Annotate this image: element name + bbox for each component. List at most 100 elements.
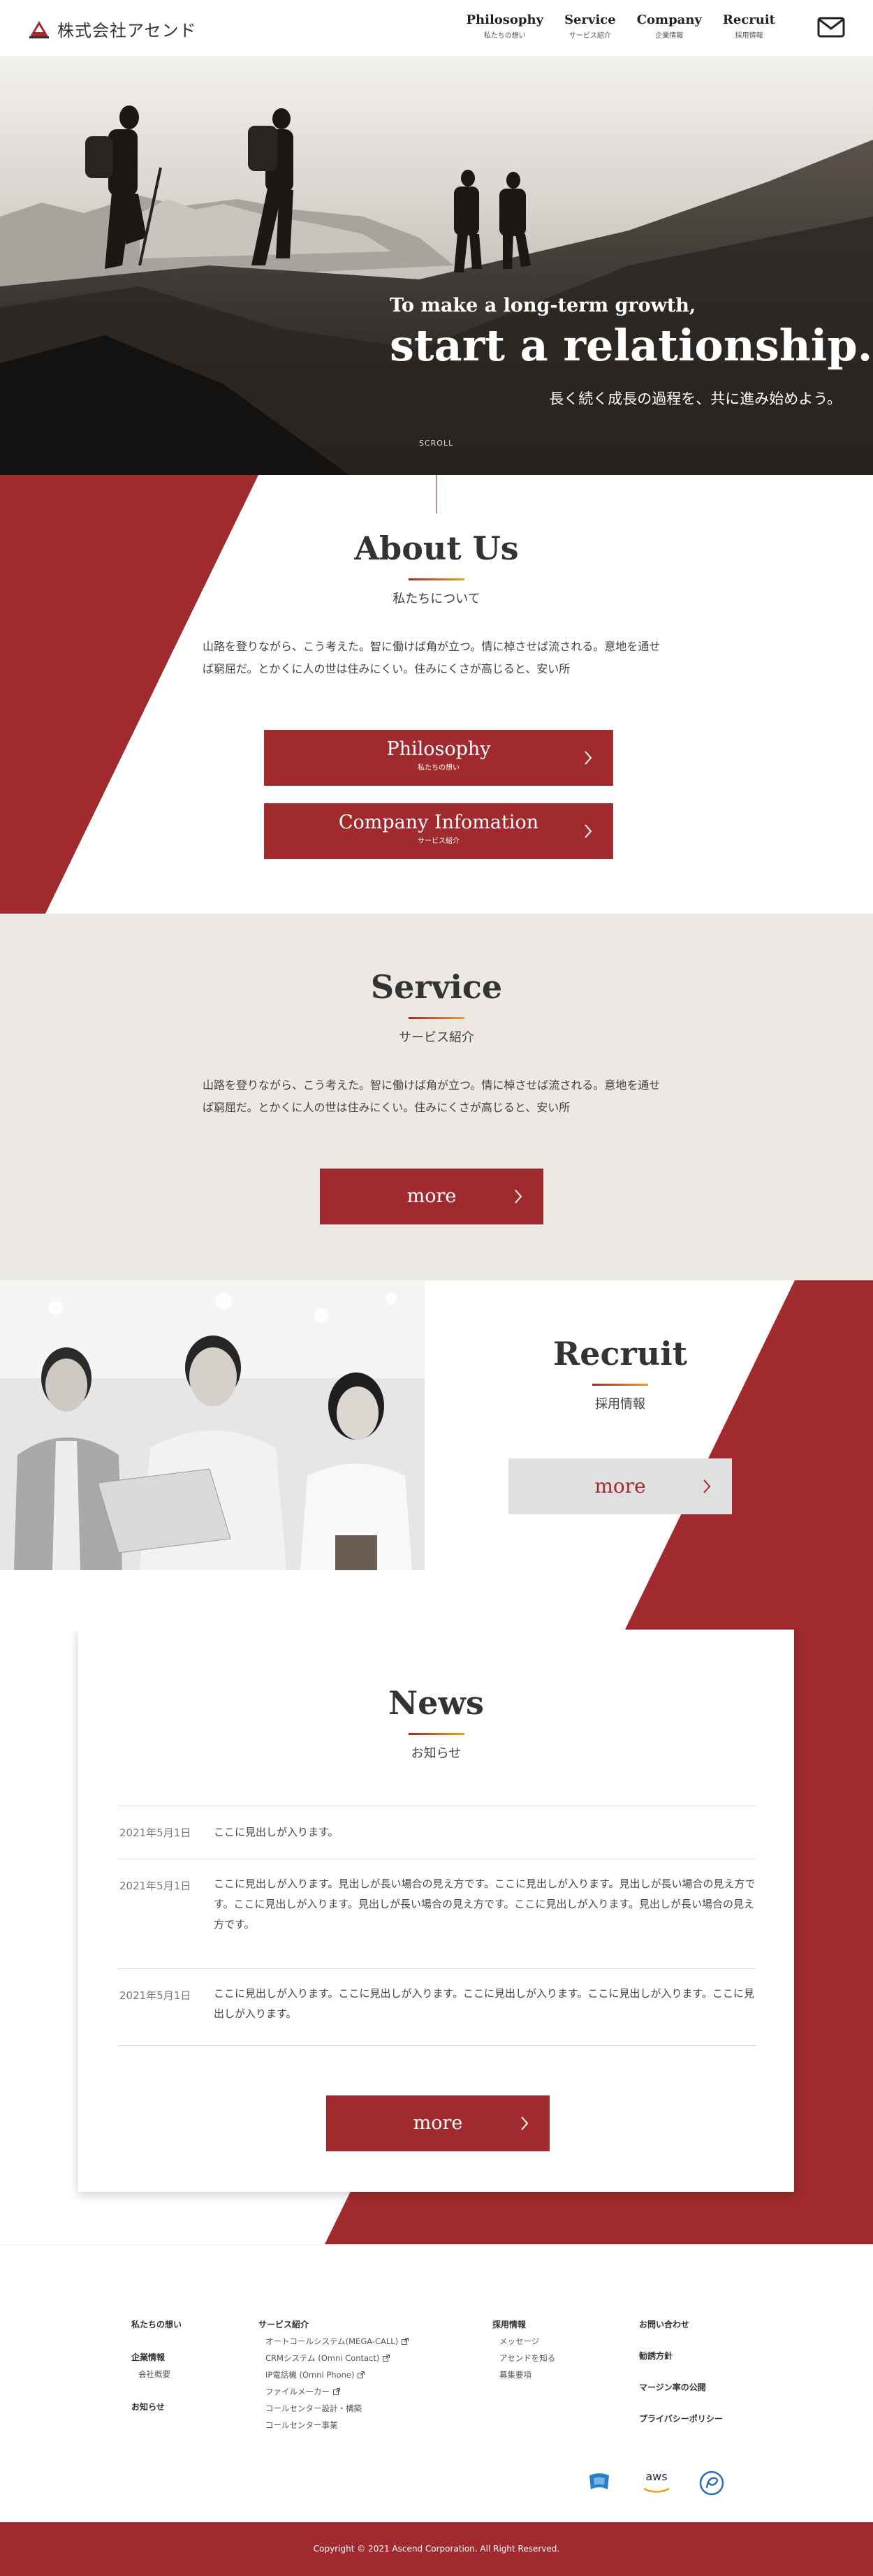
about-text: 山路を登りながら、こう考えた。智に働けば角が立つ。情に棹させば流される。意地を通… — [203, 640, 661, 675]
nav-sublabel: 私たちの想い — [483, 32, 526, 40]
button-label: more — [413, 2112, 463, 2134]
footer-link-crm[interactable]: CRMシステム (Omni Contact) — [258, 2352, 409, 2364]
aws-smile-icon — [643, 2487, 670, 2493]
footer-link-philosophy[interactable]: 私たちの想い — [131, 2318, 182, 2330]
scroll-indicator[interactable]: SCROLL — [419, 439, 453, 448]
news-date: 2021年5月1日 — [119, 1880, 191, 1892]
service-title: Service — [370, 968, 503, 1006]
news-item[interactable]: 2021年5月1日 ここに見出しが入ります。 — [118, 1806, 756, 1859]
footer-link-margin-rate[interactable]: マージン率の公開 — [639, 2381, 723, 2393]
chevron-right-icon — [521, 2116, 529, 2130]
nav-label: Company — [636, 13, 702, 27]
recruit-team-photo — [0, 1280, 425, 1570]
chevron-right-icon — [703, 1479, 711, 1493]
nav-label: Recruit — [722, 13, 775, 27]
footer-col-2: サービス紹介 オートコールシステム(MEGA-CALL) CRMシステム (Om… — [258, 2318, 409, 2436]
filemaker-logo[interactable] — [587, 2470, 612, 2492]
news-headline: ここに見出しが入ります。ここに見出しが入ります。ここに見出しが入ります。ここに見… — [214, 1987, 755, 2020]
chevron-right-icon — [585, 824, 592, 838]
nav-company[interactable]: Company 企業情報 — [637, 13, 702, 40]
news-list: 2021年5月1日 ここに見出しが入ります。 2021年5月1日 ここに見出しが… — [118, 1806, 756, 2046]
footer-link-callcenter-business[interactable]: コールセンター事業 — [258, 2420, 409, 2431]
news-subtitle: お知らせ — [411, 1746, 462, 1761]
nav-recruit[interactable]: Recruit 採用情報 — [723, 13, 775, 40]
footer-link-overview[interactable]: 会社概要 — [131, 2369, 182, 2380]
recruit-title: Recruit — [553, 1335, 687, 1373]
footer-col-3: 採用情報 メッセージ アセンドを知る 募集要項 — [492, 2318, 555, 2386]
news-more-button[interactable]: more — [326, 2095, 550, 2151]
news-headline: ここに見出しが入ります。見出しが長い場合の見え方です。ここに見出しが入ります。見… — [214, 1878, 756, 1931]
mail-icon[interactable] — [817, 17, 845, 38]
recruit-subtitle: 採用情報 — [595, 1397, 645, 1412]
hero-hiking-image — [0, 56, 873, 475]
footer-link-company[interactable]: 企業情報 — [131, 2351, 182, 2363]
nav-sublabel: 企業情報 — [655, 32, 684, 40]
footer-link-about-ascend[interactable]: アセンドを知る — [492, 2352, 555, 2364]
nav-label: Service — [564, 13, 616, 27]
link-label: IP電話機 (Omni Phone) — [265, 2370, 355, 2380]
news-title: News — [388, 1684, 484, 1722]
service-subtitle: サービス紹介 — [399, 1030, 474, 1045]
chevron-right-icon — [515, 1190, 522, 1203]
news-date: 2021年5月1日 — [119, 1989, 191, 2002]
button-sublabel: 私たちの想い — [418, 764, 460, 772]
nav-sublabel: サービス紹介 — [568, 32, 611, 40]
footer-link-privacy[interactable]: プライバシーポリシー — [639, 2413, 723, 2424]
footer-link-solicitation-policy[interactable]: 勧誘方針 — [639, 2350, 723, 2362]
main-nav: Philosophy 私たちの想い Service サービス紹介 Company 企業… — [466, 13, 775, 40]
news-item[interactable]: 2021年5月1日 ここに見出しが入ります。見出しが長い場合の見え方です。ここに… — [118, 1859, 756, 1969]
footer-link-message[interactable]: メッセージ — [492, 2336, 555, 2347]
nav-service[interactable]: Service サービス紹介 — [564, 13, 616, 40]
external-link-icon — [358, 2371, 365, 2378]
logo-text: 株式会社アセンド — [57, 21, 197, 41]
footer-link-service[interactable]: サービス紹介 — [258, 2318, 409, 2330]
nav-philosophy[interactable]: Philosophy 私たちの想い — [466, 13, 543, 40]
about-section: About Us 私たちについて 山路を登りながら、こう考えた。智に働けば角が立… — [0, 475, 873, 914]
footer-link-filemaker[interactable]: ファイルメーカー — [258, 2386, 409, 2397]
aws-logo[interactable]: aws — [641, 2470, 672, 2493]
about-subtitle: 私たちについて — [393, 592, 480, 606]
link-label: CRMシステム (Omni Contact) — [265, 2353, 380, 2363]
recruit-more-button[interactable]: more — [508, 1458, 732, 1514]
about-title: About Us — [354, 529, 519, 567]
aws-logo-text: aws — [645, 2470, 668, 2483]
footer-link-contact[interactable]: お問い合わせ — [639, 2318, 723, 2330]
news-headline: ここに見出しが入ります。 — [214, 1826, 339, 1838]
privacy-mark-logo[interactable] — [698, 2470, 725, 2496]
external-link-icon — [333, 2388, 340, 2395]
title-underline — [409, 578, 464, 580]
footer-link-requirements[interactable]: 募集要項 — [492, 2369, 555, 2380]
title-underline — [592, 1384, 648, 1386]
footer-col-4: お問い合わせ 勧誘方針 マージン率の公開 プライバシーポリシー — [639, 2318, 723, 2430]
footer-link-news[interactable]: お知らせ — [131, 2401, 182, 2413]
link-label: オートコールシステム(MEGA-CALL) — [265, 2336, 399, 2346]
logo-mountain-icon — [29, 20, 49, 38]
link-label: ファイルメーカー — [265, 2387, 330, 2396]
title-underline — [408, 1733, 464, 1735]
nav-sublabel: 採用情報 — [735, 32, 763, 40]
footer-link-ipphone[interactable]: IP電話機 (Omni Phone) — [258, 2369, 409, 2380]
button-sublabel: サービス紹介 — [418, 837, 460, 845]
chevron-right-icon — [585, 751, 592, 765]
news-card: News お知らせ 2021年5月1日 ここに見出しが入ります。 2021年5月… — [78, 1630, 794, 2192]
news-section: News お知らせ 2021年5月1日 ここに見出しが入ります。 2021年5月… — [0, 1630, 873, 2244]
service-text: 山路を登りながら、こう考えた。智に働けば角が立つ。情に棹させば流される。意地を通… — [203, 1078, 661, 1114]
site-header: 株式会社アセンド Philosophy 私たちの想い Service サービス紹介 … — [0, 0, 873, 56]
button-label: more — [594, 1474, 646, 1498]
company-info-button[interactable]: Company Infomation サービス紹介 — [264, 803, 613, 859]
news-item[interactable]: 2021年5月1日 ここに見出しが入ります。ここに見出しが入ります。ここに見出し… — [118, 1969, 756, 2046]
logo[interactable]: 株式会社アセンド — [28, 17, 197, 41]
footer-link-callcenter-design[interactable]: コールセンター設計・構築 — [258, 2403, 409, 2414]
nav-label: Philosophy — [466, 13, 544, 27]
external-link-icon — [402, 2338, 409, 2345]
copyright-bar: Copyright © 2021 Ascend Corporation. All… — [0, 2522, 873, 2576]
footer-col-1: 私たちの想い 企業情報 会社概要 お知らせ — [131, 2318, 182, 2418]
service-section: Service サービス紹介 山路を登りながら、こう考えた。智に働けば角が立つ。… — [0, 914, 873, 1280]
philosophy-button[interactable]: Philosophy 私たちの想い — [264, 730, 613, 786]
title-underline — [409, 1017, 464, 1019]
external-link-icon — [383, 2355, 390, 2362]
footer-link-megacall[interactable]: オートコールシステム(MEGA-CALL) — [258, 2336, 409, 2347]
service-more-button[interactable]: more — [320, 1169, 543, 1224]
copyright-text: Copyright © 2021 Ascend Corporation. All… — [313, 2544, 560, 2554]
footer-link-recruit[interactable]: 採用情報 — [492, 2318, 555, 2330]
